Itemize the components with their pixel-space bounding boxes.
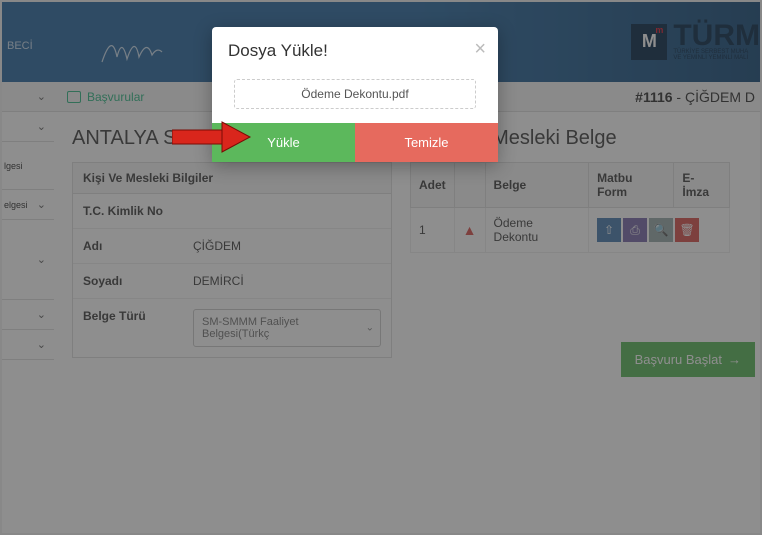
file-name: Ödeme Dekontu.pdf — [301, 87, 408, 101]
file-drop-input[interactable]: Ödeme Dekontu.pdf — [234, 79, 476, 109]
modal-title: Dosya Yükle! × — [212, 27, 498, 71]
upload-modal: Dosya Yükle! × Ödeme Dekontu.pdf Yükle T… — [212, 27, 498, 162]
clear-button[interactable]: Temizle — [355, 123, 498, 162]
close-icon[interactable]: × — [474, 39, 486, 59]
upload-button[interactable]: Yükle — [212, 123, 355, 162]
